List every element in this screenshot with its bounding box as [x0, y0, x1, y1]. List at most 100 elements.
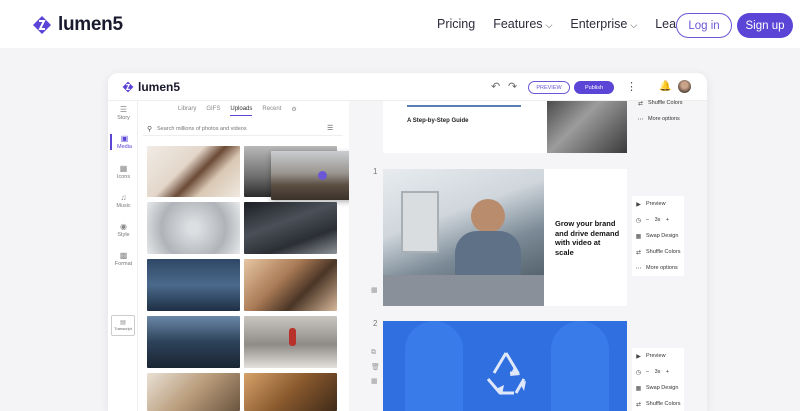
shuffle-colors-item[interactable]: ⇄ Shuffle Colors [635, 244, 681, 260]
media-thumbnail[interactable] [147, 202, 240, 254]
decor-shape [551, 321, 609, 411]
redo-icon[interactable]: ↷ [508, 80, 517, 93]
slide-number: 1 [373, 167, 378, 176]
app-brand-name: lumen5 [138, 80, 181, 94]
layout-icon[interactable]: ▦ [371, 377, 378, 385]
media-thumbnail[interactable] [147, 316, 240, 368]
settings-icon[interactable]: ⚙ [291, 106, 296, 116]
nav-enterprise[interactable]: Enterprise ⌵ [570, 17, 637, 31]
divider-line [407, 105, 521, 107]
avatar[interactable] [678, 80, 691, 93]
brand-name: lumen5 [58, 14, 123, 35]
slide-image [547, 101, 627, 153]
media-thumbnail[interactable] [147, 373, 240, 411]
list-icon: ☰ [119, 105, 128, 114]
publish-button[interactable]: Publish [574, 81, 614, 94]
shuffle-colors-item[interactable]: ⇄ Shuffle Colors [637, 95, 682, 111]
swap-design-item[interactable]: ▦ Swap Design [635, 228, 681, 244]
side-rail: ☰ Story ▣ Media ▦ Icons ♫ Music ◉ Style ▩ Form… [108, 101, 138, 411]
format-icon: ▩ [119, 251, 128, 260]
duration-item[interactable]: ◷ – 3s + [635, 364, 681, 380]
rail-item-format[interactable]: ▩ Format [110, 251, 137, 267]
search-input[interactable] [157, 123, 317, 134]
media-thumbnail[interactable] [244, 373, 337, 411]
undo-icon[interactable]: ↶ [491, 80, 500, 93]
dragging-media-thumbnail[interactable] [271, 151, 361, 200]
person-head [471, 199, 505, 233]
monitor-shape [401, 191, 439, 253]
rail-item-icons[interactable]: ▦ Icons [110, 164, 137, 180]
media-thumbnail[interactable] [244, 259, 337, 311]
app-logo[interactable]: lumen5 [122, 80, 180, 94]
preview-item[interactable]: ▶ Preview [635, 196, 681, 212]
app-toolbar: lumen5 ↶ ↷ PREVIEW Publish ⋮ 🔔 [108, 73, 707, 101]
media-thumbnail[interactable] [244, 202, 337, 254]
slide-1[interactable]: Grow your brand and drive demand with vi… [383, 169, 627, 306]
copy-icon[interactable]: ⧉ [371, 349, 376, 357]
main-nav: Pricing Features⌵ Enterprise⌵ Learn⌵ [437, 17, 697, 31]
slide-heading: Grow your brand and drive demand with vi… [555, 219, 620, 257]
app-window: lumen5 ↶ ↷ PREVIEW Publish ⋮ 🔔 ☰ Story ▣ M… [108, 73, 707, 411]
timer-icon: ◷ [635, 369, 642, 376]
more-dots-icon: ⋯ [637, 116, 644, 123]
desk-shape [383, 275, 544, 306]
chevron-down-icon: ⌵ [630, 20, 638, 30]
image-icon: ▣ [120, 134, 129, 143]
nav-pricing[interactable]: Pricing [437, 17, 475, 31]
grid-icon: ▦ [119, 164, 128, 173]
slide-1-menu: ▶ Preview ◷ – 3s + ▦ Swap Design ⇄ Shuffle C… [632, 196, 684, 276]
music-icon: ♫ [120, 193, 127, 202]
shuffle-icon: ⇄ [635, 401, 642, 408]
rail-item-transcript[interactable]: ▤ Transcript [111, 315, 135, 336]
layout-icon[interactable]: ▦ [371, 286, 378, 294]
media-thumbnail[interactable] [244, 316, 337, 368]
tab-library[interactable]: Library [178, 106, 196, 116]
shuffle-icon: ⇄ [637, 100, 644, 107]
rail-item-media[interactable]: ▣ Media [110, 134, 137, 150]
rail-item-style[interactable]: ◉ Style [110, 222, 137, 238]
media-thumbnail[interactable] [147, 259, 240, 311]
shuffle-colors-item[interactable]: ⇄ Shuffle Colors [635, 396, 681, 411]
slide-2-menu: ▶ Preview ◷ – 3s + ▦ Swap Design ⇄ Shuffle C… [632, 348, 684, 411]
rail-item-music[interactable]: ♫ Music [110, 193, 137, 209]
swap-design-item[interactable]: ▦ Swap Design [635, 380, 681, 396]
lumen5-logo-icon [33, 16, 51, 34]
slide-0[interactable]: A Step-by-Step Guide [383, 101, 627, 153]
more-options-item[interactable]: ⋯ More options [637, 111, 682, 127]
tab-recent[interactable]: Recent [262, 106, 281, 116]
transcript-icon: ▤ [120, 320, 126, 326]
shuffle-icon: ⇄ [635, 249, 642, 256]
slide-number: 2 [373, 319, 378, 328]
chevron-down-icon: ⌵ [545, 20, 553, 30]
trash-icon[interactable]: 🗑 [371, 363, 380, 371]
signup-button[interactable]: Sign up [737, 13, 793, 38]
search-icon: ⚲ [147, 126, 153, 133]
tab-uploads[interactable]: Uploads [230, 106, 253, 116]
tab-gifs[interactable]: GIFS [206, 106, 220, 116]
duration-item[interactable]: ◷ – 3s + [635, 212, 681, 228]
story-canvas: A Step-by-Step Guide ⇄ Shuffle Colors ⋯ Mo… [349, 100, 707, 411]
more-vertical-icon[interactable]: ⋮ [626, 80, 637, 93]
swap-icon: ▦ [635, 233, 642, 240]
site-header: lumen5 Pricing Features ⌵ Enterprise ⌵ Lea… [0, 0, 800, 48]
decor-shape [405, 321, 463, 411]
swap-icon: ▦ [635, 385, 642, 392]
preview-item[interactable]: ▶ Preview [635, 348, 681, 364]
filter-icon[interactable]: ☰ [327, 124, 333, 132]
preview-button[interactable]: PREVIEW [528, 81, 570, 94]
timer-icon: ◷ [635, 217, 642, 224]
search-bar: ⚲ ☰ [143, 122, 343, 136]
recycle-icon [486, 352, 526, 395]
slide-2[interactable] [383, 321, 627, 411]
rail-item-story[interactable]: ☰ Story [110, 105, 137, 121]
slide-image [383, 169, 544, 306]
media-thumbnail[interactable] [147, 146, 240, 197]
login-button[interactable]: Log in [676, 13, 732, 38]
bell-icon[interactable]: 🔔 [659, 81, 671, 92]
nav-features[interactable]: Features ⌵ [493, 17, 552, 31]
play-icon: ▶ [636, 353, 641, 360]
more-options-item[interactable]: ⋯ More options [635, 260, 681, 276]
brand-logo[interactable]: lumen5 [32, 14, 123, 36]
more-dots-icon: ⋯ [635, 265, 642, 272]
media-panel: Library GIFS Uploads Recent ⚙ ⚲ ☰ [143, 101, 361, 411]
